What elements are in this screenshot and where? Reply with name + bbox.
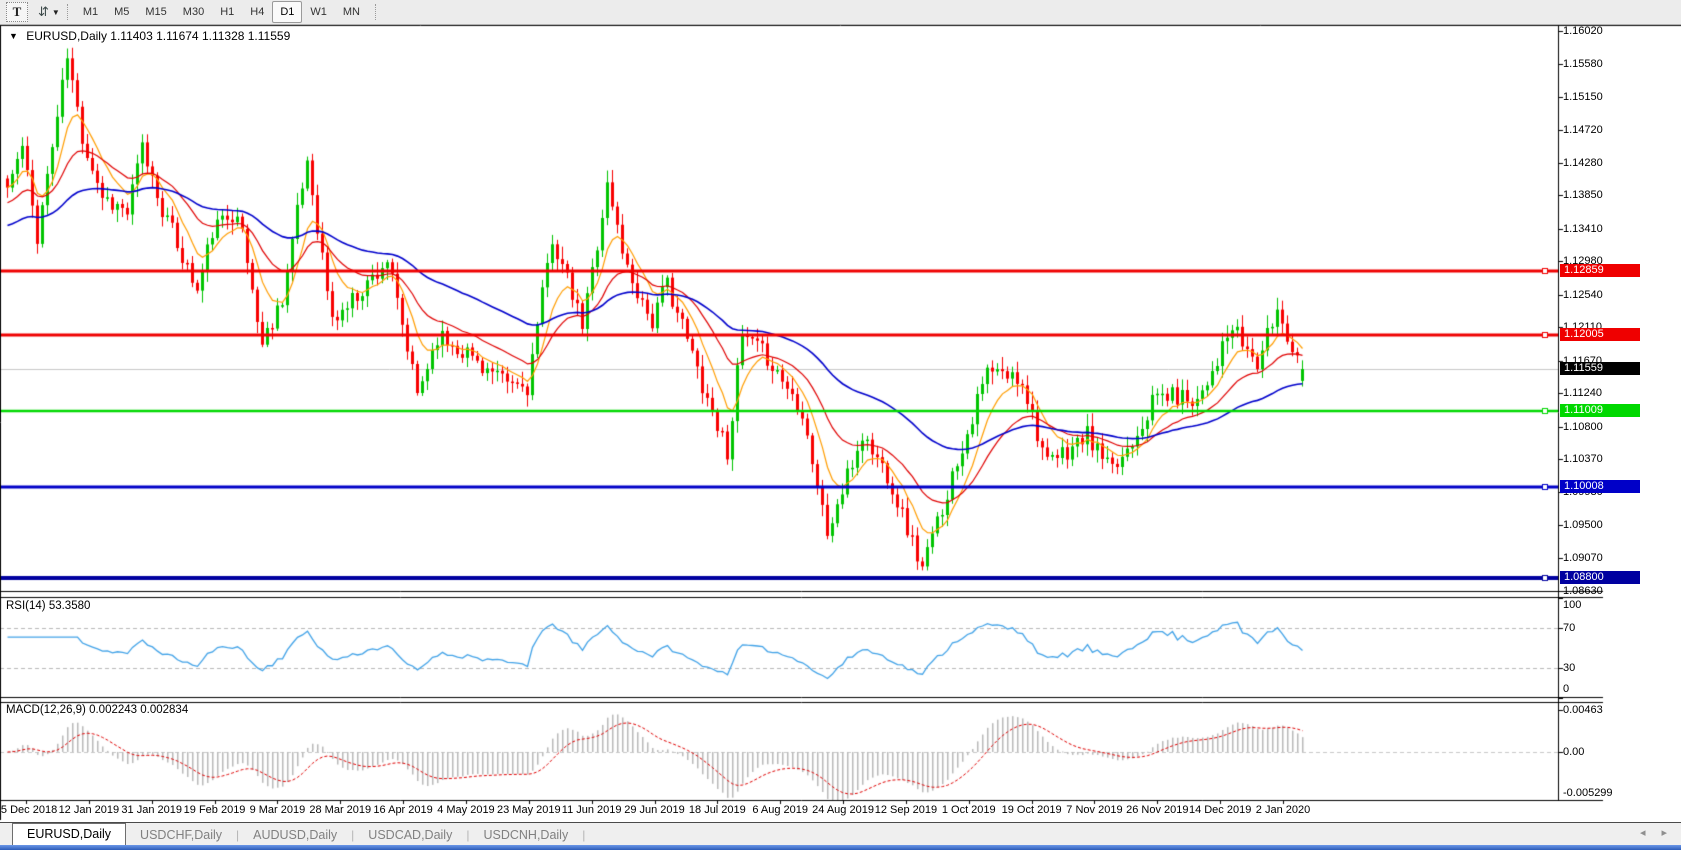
price-tick-label: 1.08630: [1563, 585, 1603, 597]
timeframe-button-h1[interactable]: H1: [212, 1, 242, 23]
collapse-triangle-icon[interactable]: ▼: [9, 31, 18, 41]
date-tick-label: 26 Nov 2019: [1126, 804, 1189, 816]
timeframe-button-m1[interactable]: M1: [75, 1, 106, 23]
timeframe-button-group: M1 M5 M15 M30 H1 H4 D1 W1 MN: [75, 1, 368, 23]
scroll-left-icon[interactable]: ◂: [1640, 828, 1646, 839]
tab-usdcnh-daily[interactable]: USDCNH,Daily: [473, 826, 578, 844]
price-tick-label: 1.13410: [1563, 222, 1603, 235]
date-tick-label: 19 Oct 2019: [1001, 804, 1062, 816]
date-tick-label: 2 Jan 2020: [1255, 804, 1311, 816]
arrange-arrows-icon: ⇵: [38, 4, 49, 19]
tab-separator: |: [236, 827, 240, 842]
level-price-label-1.08800: 1.08800: [1560, 571, 1640, 585]
date-tick-label: 11 Jun 2019: [561, 804, 622, 816]
tab-audusd-daily[interactable]: AUDUSD,Daily: [243, 826, 347, 844]
rsi-label: RSI(14) 53.3580: [6, 600, 91, 612]
chart-tab-bar: EURUSD,Daily USDCHF,Daily | AUDUSD,Daily | US…: [0, 822, 1681, 846]
price-tick-label: 1.13850: [1563, 189, 1603, 202]
timeframe-button-mn[interactable]: MN: [335, 1, 368, 23]
chevron-down-icon: ▼: [51, 7, 60, 17]
level-price-label-1.12005: 1.12005: [1560, 328, 1640, 342]
date-tick-label: 7 Nov 2019: [1066, 804, 1123, 816]
tab-usdchf-daily[interactable]: USDCHF,Daily: [130, 826, 232, 844]
date-tick-label: 19 Feb 2019: [183, 804, 246, 816]
tab-separator: |: [582, 827, 586, 842]
rsi-tick-label: 30: [1563, 662, 1576, 674]
taskbar-edge: [0, 845, 1681, 850]
date-tick-label: 28 Mar 2019: [309, 804, 372, 816]
date-tick-label: 6 Aug 2019: [752, 804, 809, 816]
price-tick-label: 1.14720: [1563, 123, 1603, 136]
macd-tick-label: -0.005299: [1563, 787, 1613, 799]
timeframe-button-w1[interactable]: W1: [302, 1, 335, 23]
chart-ohlc-values: 1.11403 1.11674 1.11328 1.11559: [110, 29, 291, 43]
toolbar: T ⇵ ▼ M1 M5 M15 M30 H1 H4 D1 W1 MN: [0, 0, 1681, 25]
current-bid-label: 1.11559: [1560, 362, 1640, 376]
price-tick-label: 1.12540: [1563, 288, 1603, 301]
scroll-right-icon[interactable]: ▸: [1661, 828, 1667, 839]
timeframe-button-d1[interactable]: D1: [272, 1, 303, 23]
price-tick-label: 1.10800: [1563, 420, 1603, 433]
date-tick-label: 16 Apr 2019: [373, 804, 433, 816]
tab-scroll-buttons: ◂ ▸: [1640, 828, 1667, 839]
macd-tick-label: 0.00463: [1563, 704, 1603, 716]
price-tick-label: 1.11240: [1563, 387, 1602, 400]
date-tick-label: 18 Jul 2019: [688, 804, 746, 816]
mt4-window: T ⇵ ▼ M1 M5 M15 M30 H1 H4 D1 W1 MN ▼ EURUSD,Dail…: [0, 0, 1681, 850]
date-tick-label: 23 May 2019: [496, 804, 561, 816]
date-tick-label: 12 Sep 2019: [874, 804, 938, 816]
date-tick-label: 29 Jun 2019: [624, 804, 685, 816]
date-tick-label: 14 Dec 2019: [1188, 804, 1252, 816]
tab-eurusd-daily[interactable]: EURUSD,Daily: [12, 822, 127, 845]
date-tick-label: 1 Oct 2019: [941, 804, 996, 816]
macd-tick-label: 0.00: [1563, 746, 1585, 758]
text-tool-button[interactable]: T: [6, 2, 28, 22]
price-tick-label: 1.15580: [1563, 58, 1603, 71]
price-tick-label: 1.14280: [1563, 156, 1603, 169]
date-tick-label: 31 Jan 2019: [121, 804, 182, 816]
date-tick-label: 4 May 2019: [437, 804, 495, 816]
date-tick-label: 25 Dec 2018: [0, 804, 58, 816]
arrange-objects-button[interactable]: ⇵ ▼: [38, 3, 60, 21]
date-tick-label: 9 Mar 2019: [249, 804, 306, 816]
level-price-label-1.12859: 1.12859: [1560, 263, 1640, 277]
price-tick-label: 1.15150: [1563, 90, 1603, 103]
tab-separator: |: [466, 827, 470, 842]
toolbar-separator: [66, 4, 68, 20]
chart-title: ▼ EURUSD,Daily 1.11403 1.11674 1.11328 1…: [9, 29, 290, 43]
tab-separator: |: [351, 827, 355, 842]
chart-tabs: EURUSD,Daily USDCHF,Daily | AUDUSD,Daily | US…: [0, 822, 586, 846]
tab-usdcad-daily[interactable]: USDCAD,Daily: [358, 826, 462, 844]
rsi-tick-label: 100: [1563, 599, 1582, 611]
price-tick-label: 1.09500: [1563, 519, 1603, 532]
rsi-tick-label: 70: [1563, 622, 1576, 634]
price-tick-label: 1.09070: [1563, 551, 1603, 564]
toolbar-separator: [375, 4, 376, 20]
price-tick-label: 1.10370: [1563, 453, 1603, 466]
date-tick-label: 12 Jan 2019: [58, 804, 120, 816]
rsi-tick-label: 0: [1563, 683, 1570, 695]
chart-symbol-label: EURUSD,Daily: [26, 29, 107, 43]
timeframe-button-m5[interactable]: M5: [106, 1, 137, 23]
timeframe-button-h4[interactable]: H4: [242, 1, 272, 23]
level-price-label-1.11009: 1.11009: [1560, 403, 1640, 417]
timeframe-button-m30[interactable]: M30: [175, 1, 212, 23]
date-tick-label: 24 Aug 2019: [812, 804, 874, 816]
timeframe-button-m15[interactable]: M15: [137, 1, 174, 23]
level-price-label-1.10008: 1.10008: [1560, 479, 1640, 493]
chart-canvas[interactable]: [0, 0, 1681, 850]
price-tick-label: 1.16020: [1563, 25, 1603, 37]
macd-label: MACD(12,26,9) 0.002243 0.002834: [6, 704, 189, 716]
